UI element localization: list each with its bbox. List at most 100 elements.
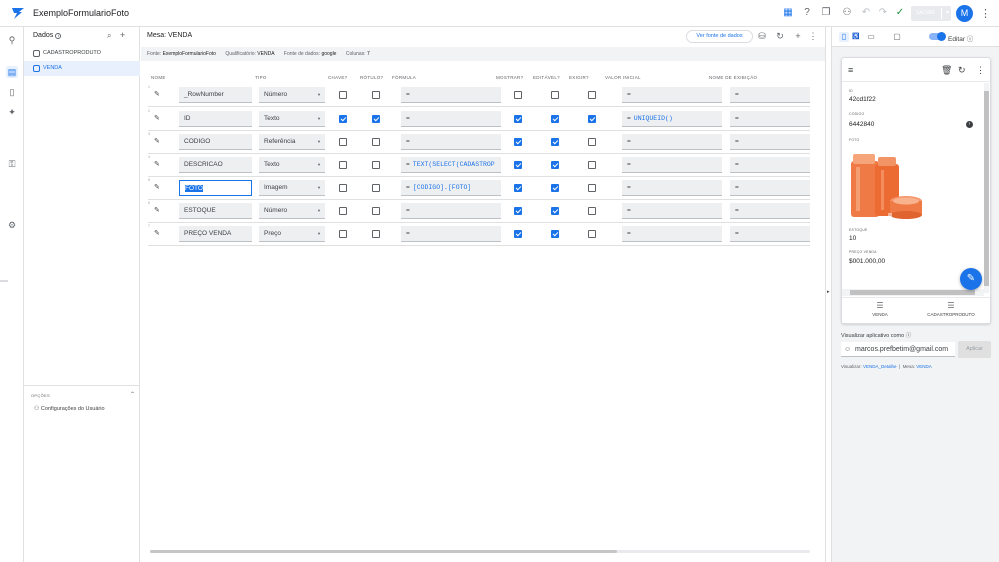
require-checkbox[interactable] — [588, 230, 596, 238]
show-checkbox[interactable] — [514, 230, 522, 238]
info-icon[interactable]: ⓘ — [967, 36, 974, 43]
label-checkbox[interactable] — [372, 115, 380, 123]
table-link[interactable]: VENDA — [916, 364, 932, 369]
editable-checkbox[interactable] — [551, 161, 559, 169]
type-select[interactable]: Imagem ▼ — [259, 180, 325, 196]
type-select[interactable]: Texto ▼ — [259, 157, 325, 173]
initial-value-field[interactable]: = — [622, 157, 722, 173]
copy-icon[interactable]: ❐ — [820, 7, 832, 19]
key-checkbox[interactable] — [339, 230, 347, 238]
formula-field[interactable]: = — [401, 134, 501, 150]
view-as-email-field[interactable]: ☺ marcos.prefbetim@gmail.com — [841, 342, 955, 357]
more-options-icon[interactable]: ⋮ — [976, 65, 985, 76]
key-checkbox[interactable] — [339, 115, 347, 123]
phone-icon[interactable]: ▯ — [839, 32, 849, 42]
initial-value-field[interactable]: = — [622, 226, 722, 242]
info-icon[interactable]: ⓘ — [906, 333, 912, 339]
column-name-field[interactable]: PREÇO VENDA — [179, 226, 252, 242]
editable-checkbox[interactable] — [551, 207, 559, 215]
type-select[interactable]: Referência ▼ — [259, 134, 325, 150]
user-settings-link[interactable]: ⚇ Configurações do Usuário — [34, 405, 105, 412]
table-item-cadastroproduto[interactable]: CADASTROPRODUTO — [24, 46, 140, 61]
security-icon[interactable]: ⚿ — [6, 158, 18, 170]
horizontal-scrollbar[interactable] — [150, 550, 810, 553]
key-checkbox[interactable] — [339, 138, 347, 146]
show-checkbox[interactable] — [514, 138, 522, 146]
show-checkbox[interactable] — [514, 207, 522, 215]
require-checkbox[interactable] — [588, 91, 596, 99]
views-icon[interactable]: ▯ — [6, 86, 18, 98]
label-checkbox[interactable] — [372, 91, 380, 99]
chevron-right-icon[interactable]: › — [966, 121, 973, 128]
require-checkbox[interactable] — [588, 161, 596, 169]
add-icon[interactable]: + — [120, 30, 125, 40]
show-checkbox[interactable] — [514, 161, 522, 169]
display-name-field[interactable]: = — [730, 157, 810, 173]
scrollbar-thumb[interactable] — [984, 91, 989, 286]
accessibility-icon[interactable]: ♿ — [851, 32, 861, 42]
type-select[interactable]: Preço ▼ — [259, 226, 325, 242]
initial-value-field[interactable]: = — [622, 203, 722, 219]
type-select[interactable]: Número ▼ — [259, 87, 325, 103]
edit-fab-button[interactable]: ✎ — [960, 268, 982, 290]
key-checkbox[interactable] — [339, 161, 347, 169]
vertical-scrollbar[interactable] — [984, 83, 989, 293]
show-checkbox[interactable] — [514, 115, 522, 123]
search-icon[interactable]: ⌕ — [107, 31, 111, 41]
label-checkbox[interactable] — [372, 184, 380, 192]
key-checkbox[interactable] — [339, 207, 347, 215]
editable-checkbox[interactable] — [551, 138, 559, 146]
display-name-field[interactable]: = — [730, 180, 810, 196]
column-name-field[interactable]: ID — [179, 111, 252, 127]
show-checkbox[interactable] — [514, 184, 522, 192]
editable-checkbox[interactable] — [551, 184, 559, 192]
refresh-icon[interactable]: ↻ — [958, 65, 966, 76]
require-checkbox[interactable] — [588, 115, 596, 123]
edit-pencil-icon[interactable]: ✎ — [154, 206, 160, 214]
editable-checkbox[interactable] — [551, 91, 559, 99]
help-icon[interactable]: ? — [801, 7, 813, 19]
refresh-icon[interactable]: ↻ — [775, 31, 785, 41]
display-name-field[interactable]: = — [730, 134, 810, 150]
table-item-venda[interactable]: VENDA — [24, 61, 140, 76]
nav-tab-venda[interactable]: ☰ VENDA — [845, 301, 915, 317]
more-options-icon[interactable]: ⋮ — [808, 31, 818, 41]
formula-field[interactable]: = — [401, 87, 501, 103]
edit-pencil-icon[interactable]: ✎ — [154, 137, 160, 145]
preview-collapse-bar[interactable]: ▸ — [825, 27, 832, 562]
display-name-field[interactable]: = — [730, 226, 810, 242]
type-select[interactable]: Texto ▼ — [259, 111, 325, 127]
chevron-right-icon[interactable]: ▸ — [827, 289, 830, 295]
show-checkbox[interactable] — [514, 91, 522, 99]
require-checkbox[interactable] — [588, 184, 596, 192]
apply-button[interactable]: Aplicar — [958, 341, 991, 358]
require-checkbox[interactable] — [588, 138, 596, 146]
redo-icon[interactable]: ↷ — [877, 7, 889, 19]
column-name-field[interactable]: DESCRICAO — [179, 157, 252, 173]
type-select[interactable]: Número ▼ — [259, 203, 325, 219]
menu-icon[interactable]: ≡ — [848, 65, 853, 75]
require-checkbox[interactable] — [588, 207, 596, 215]
data-icon[interactable]: ▤ — [6, 66, 18, 78]
chevron-down-icon[interactable]: ▾ — [946, 6, 949, 21]
tablet-icon[interactable]: ▭ — [866, 32, 876, 42]
initial-value-field[interactable]: = — [622, 134, 722, 150]
label-checkbox[interactable] — [372, 230, 380, 238]
edit-pencil-icon[interactable]: ✎ — [154, 183, 160, 191]
formula-field[interactable]: = — [401, 111, 501, 127]
display-name-field[interactable]: = — [730, 87, 810, 103]
key-checkbox[interactable] — [339, 184, 347, 192]
settings-icon[interactable]: ⚙ — [6, 219, 18, 231]
label-checkbox[interactable] — [372, 207, 380, 215]
chevron-up-icon[interactable]: ⌃ — [130, 391, 135, 398]
edit-toggle[interactable] — [929, 32, 946, 41]
actions-icon[interactable]: ✦ — [6, 106, 18, 118]
formula-field[interactable]: = — [401, 203, 501, 219]
formula-field[interactable]: = [CODIGO].[FOTO] — [401, 180, 501, 196]
table-settings-icon[interactable]: ⛁ — [757, 31, 767, 41]
undo-icon[interactable]: ↶ — [860, 7, 872, 19]
label-checkbox[interactable] — [372, 138, 380, 146]
avatar[interactable]: M — [956, 5, 973, 22]
view-source-button[interactable]: Ver fonte de dados — [686, 30, 753, 43]
view-link[interactable]: VENDA_Detalhe — [863, 364, 897, 369]
